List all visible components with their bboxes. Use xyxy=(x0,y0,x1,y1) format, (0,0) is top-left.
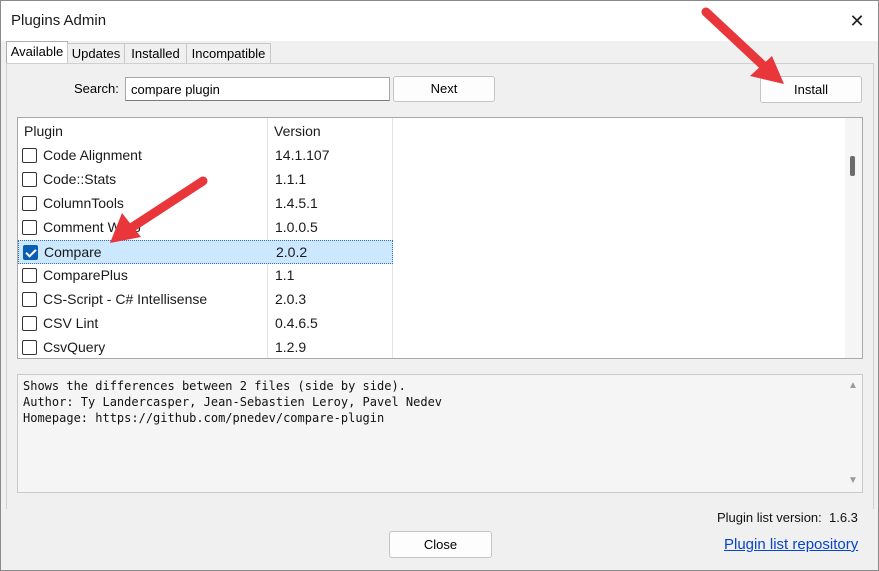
plugin-version: 1.0.0.5 xyxy=(275,219,318,235)
plugin-version: 14.1.107 xyxy=(275,147,330,163)
plugin-name: Comment Wrap xyxy=(43,219,141,235)
plugin-checkbox[interactable] xyxy=(22,292,37,307)
list-item[interactable]: Comment Wrap 1.0.0.5 xyxy=(18,216,392,240)
description-line: Homepage: https://github.com/pnedev/comp… xyxy=(23,411,385,425)
plugin-name: CS-Script - C# Intellisense xyxy=(43,291,208,307)
plugin-list: Plugin Version Code Alignment 14.1.107 C… xyxy=(17,117,863,359)
tab-incompatible[interactable]: Incompatible xyxy=(186,43,271,64)
tab-available[interactable]: Available xyxy=(6,41,68,65)
plugin-checkbox[interactable] xyxy=(22,268,37,283)
list-item-selected[interactable]: Compare 2.0.2 xyxy=(18,240,393,264)
plugin-checkbox[interactable] xyxy=(22,172,37,187)
plugin-name: ColumnTools xyxy=(43,195,124,211)
list-item[interactable]: Code Alignment 14.1.107 xyxy=(18,144,392,168)
list-item[interactable]: CSV Lint 0.4.6.5 xyxy=(18,312,392,336)
plugin-checkbox[interactable] xyxy=(22,220,37,235)
plugin-checkbox[interactable] xyxy=(22,196,37,211)
plugin-list-version-label: Plugin list version: xyxy=(717,510,822,525)
plugin-version: 1.4.5.1 xyxy=(275,195,318,211)
title-bar: Plugins Admin ✕ xyxy=(1,1,878,41)
plugin-checkbox[interactable] xyxy=(22,316,37,331)
plugin-name: Code::Stats xyxy=(43,171,117,187)
list-item[interactable]: CsvQuery 1.2.9 xyxy=(18,336,392,358)
list-scrollbar[interactable] xyxy=(845,118,862,358)
plugin-version: 0.4.6.5 xyxy=(275,315,318,331)
list-item[interactable]: ComparePlus 1.1 xyxy=(18,264,392,288)
tab-strip: Available Updates Installed Incompatible xyxy=(6,41,874,65)
tab-installed[interactable]: Installed xyxy=(124,43,187,64)
plugin-name: ComparePlus xyxy=(43,267,128,283)
plugin-checkbox-checked[interactable] xyxy=(23,245,38,260)
plugins-admin-window: Plugins Admin ✕ Available Updates Instal… xyxy=(0,0,879,571)
list-scrollbar-thumb[interactable] xyxy=(850,156,855,176)
plugin-version: 1.2.9 xyxy=(275,339,307,355)
plugin-name: CsvQuery xyxy=(43,339,106,355)
description-scrollbar[interactable]: ▲ ▼ xyxy=(845,375,862,492)
plugin-version: 2.0.3 xyxy=(275,291,307,307)
tab-updates[interactable]: Updates xyxy=(67,43,125,64)
plugin-list-version-value: 1.6.3 xyxy=(829,510,858,525)
close-window-icon[interactable]: ✕ xyxy=(843,7,871,35)
close-button[interactable]: Close xyxy=(389,531,492,558)
install-button[interactable]: Install xyxy=(760,76,862,103)
plugin-version: 1.1.1 xyxy=(275,171,307,187)
plugin-name: Code Alignment xyxy=(43,147,142,163)
plugin-checkbox[interactable] xyxy=(22,148,37,163)
plugin-checkbox[interactable] xyxy=(22,340,37,355)
description-line: Author: Ty Landercasper, Jean-Sebastien … xyxy=(23,395,443,409)
plugin-version: 2.0.2 xyxy=(276,244,308,260)
next-button[interactable]: Next xyxy=(393,76,495,102)
scroll-down-icon[interactable]: ▼ xyxy=(848,475,858,486)
list-item[interactable]: CS-Script - C# Intellisense 2.0.3 xyxy=(18,288,392,312)
search-input[interactable] xyxy=(125,77,390,101)
column-divider xyxy=(392,118,393,358)
plugin-name: Compare xyxy=(44,244,102,260)
column-header-version[interactable]: Version xyxy=(274,123,321,139)
list-item[interactable]: ColumnTools 1.4.5.1 xyxy=(18,192,392,216)
plugin-name: CSV Lint xyxy=(43,315,99,331)
description-box: Shows the differences between 2 files (s… xyxy=(17,374,863,493)
plugin-list-repository-link[interactable]: Plugin list repository xyxy=(724,536,858,553)
column-header-plugin[interactable]: Plugin xyxy=(24,123,63,139)
window-title: Plugins Admin xyxy=(11,12,107,29)
plugin-version: 1.1 xyxy=(275,267,295,283)
description-line: Shows the differences between 2 files (s… xyxy=(23,379,406,393)
scroll-up-icon[interactable]: ▲ xyxy=(848,380,858,391)
search-label: Search: xyxy=(74,81,119,96)
list-item[interactable]: Code::Stats 1.1.1 xyxy=(18,168,392,192)
